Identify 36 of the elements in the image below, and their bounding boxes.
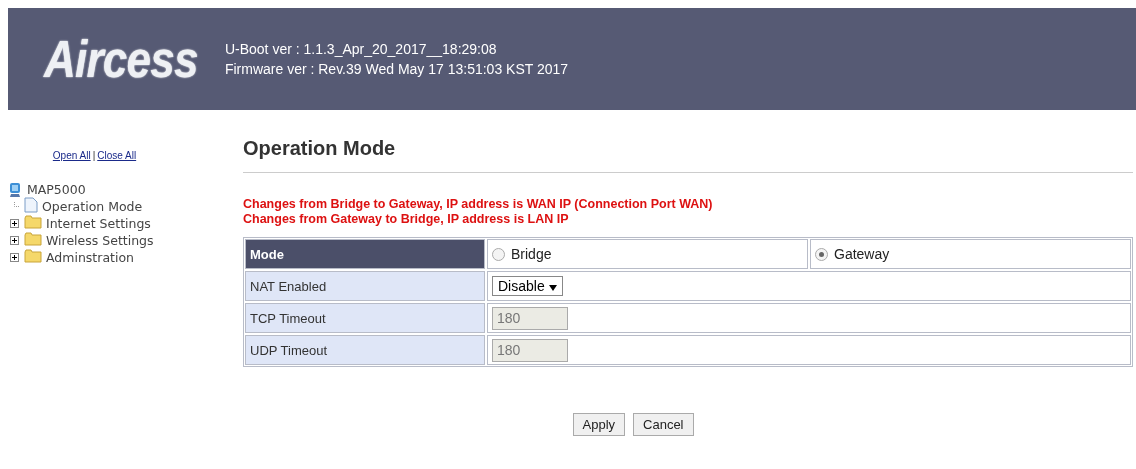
field-label: TCP Timeout bbox=[245, 303, 485, 333]
expand-icon[interactable] bbox=[10, 253, 19, 262]
close-all-link[interactable]: Close All bbox=[97, 150, 137, 161]
field-label: UDP Timeout bbox=[245, 335, 485, 365]
tree-item[interactable]: MAP5000 bbox=[27, 182, 86, 197]
radio-label: Gateway bbox=[834, 246, 890, 262]
radio-button[interactable] bbox=[815, 247, 828, 261]
action-button[interactable]: Cancel bbox=[633, 413, 694, 436]
folder-icon bbox=[24, 249, 42, 263]
computer-icon bbox=[8, 181, 22, 198]
action-button[interactable]: Apply bbox=[572, 413, 626, 436]
tree-item[interactable]: Wireless Settings bbox=[46, 233, 154, 248]
radio-option[interactable]: Gateway bbox=[815, 246, 890, 262]
field-label: Mode bbox=[245, 239, 485, 269]
tree-item[interactable]: Adminstration bbox=[46, 250, 134, 265]
expand-icon[interactable] bbox=[10, 219, 19, 228]
radio-label: Bridge bbox=[511, 246, 552, 262]
logo: Aircess bbox=[44, 29, 198, 89]
field-label: NAT Enabled bbox=[245, 271, 485, 301]
radio-button[interactable] bbox=[492, 247, 505, 261]
open-all-link[interactable]: Open All bbox=[52, 150, 91, 161]
caret-icon bbox=[548, 285, 557, 291]
uboot-version: U-Boot ver : 1.1.3_Apr_20_2017__18:29:08 bbox=[224, 40, 498, 59]
folder-icon bbox=[24, 215, 42, 229]
folder-icon bbox=[24, 232, 42, 246]
warning-text: Changes from Gateway to Bridge, IP address is LAN IP bbox=[243, 212, 570, 227]
page-title: Operation Mode bbox=[243, 137, 1133, 173]
tree-item[interactable]: Operation Mode bbox=[42, 199, 143, 214]
radio-option[interactable]: Bridge bbox=[492, 246, 552, 262]
tree-item[interactable]: Internet Settings bbox=[46, 216, 151, 231]
expand-icon[interactable] bbox=[10, 236, 19, 245]
warning-text: Changes from Bridge to Gateway, IP address is WAN IP (Connection Port WAN) bbox=[243, 197, 714, 212]
document-icon bbox=[24, 197, 38, 213]
firmware-version: Firmware ver : Rev.39 Wed May 17 13:51:03 KST 2017 bbox=[224, 60, 569, 79]
separator: | bbox=[92, 150, 96, 161]
nat-dropdown[interactable]: Disable bbox=[492, 276, 563, 296]
